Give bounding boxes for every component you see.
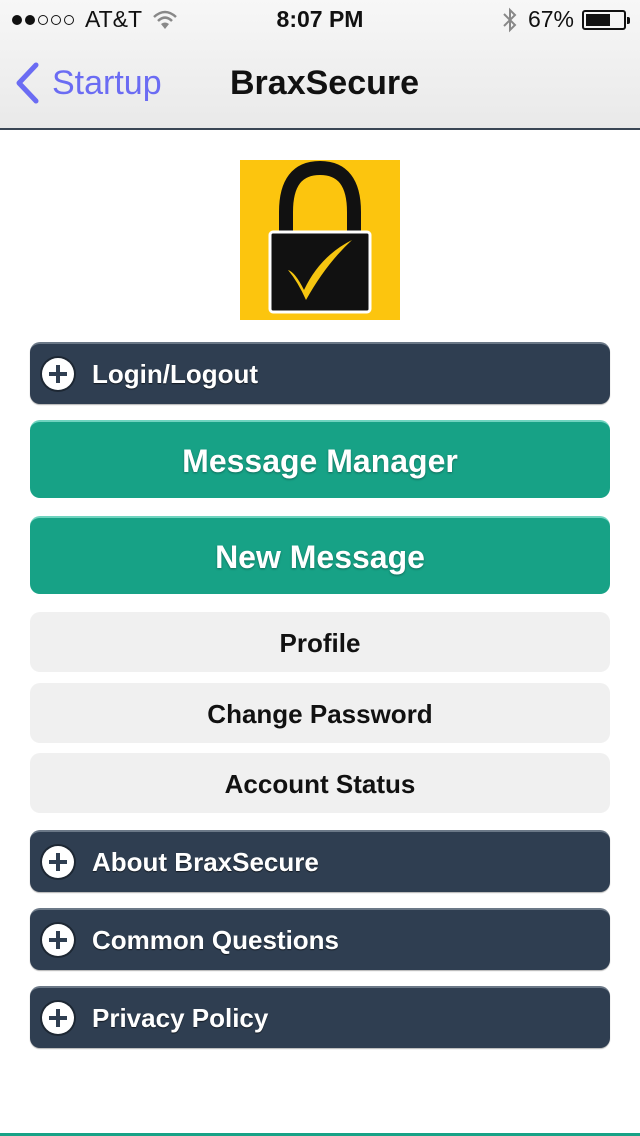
- plus-icon: [42, 924, 74, 956]
- plus-icon: [42, 1002, 74, 1034]
- about-button[interactable]: About BraxSecure: [30, 830, 610, 892]
- top-bar: AT&T 8:07 PM 67% Startup BraxSecure: [0, 0, 640, 130]
- common-questions-label: Common Questions: [92, 925, 340, 955]
- new-message-button[interactable]: New Message: [30, 516, 610, 594]
- profile-button[interactable]: Profile: [30, 612, 610, 672]
- bluetooth-icon: [503, 7, 517, 32]
- padlock-checkmark-icon: [268, 160, 372, 314]
- battery-percent: 67%: [527, 6, 574, 32]
- status-right: 67%: [502, 6, 630, 33]
- privacy-policy-label: Privacy Policy: [92, 1003, 269, 1033]
- common-questions-button[interactable]: Common Questions: [30, 908, 610, 970]
- navigation-bar: Startup BraxSecure: [0, 40, 640, 128]
- change-password-button[interactable]: Change Password: [30, 683, 610, 743]
- battery-icon: [582, 9, 630, 30]
- account-status-button[interactable]: Account Status: [30, 753, 610, 813]
- back-button-label: Startup: [52, 63, 162, 102]
- plus-icon: [42, 846, 74, 878]
- login-logout-label: Login/Logout: [92, 359, 259, 389]
- privacy-policy-button[interactable]: Privacy Policy: [30, 986, 610, 1048]
- status-bar: AT&T 8:07 PM 67%: [0, 0, 640, 40]
- app-logo: [240, 160, 400, 320]
- login-logout-button[interactable]: Login/Logout: [30, 342, 610, 404]
- message-manager-button[interactable]: Message Manager: [30, 420, 610, 498]
- back-button[interactable]: Startup: [14, 62, 162, 104]
- plus-icon: [42, 358, 74, 390]
- chevron-left-icon: [16, 62, 39, 104]
- page-title: BraxSecure: [230, 64, 420, 102]
- about-label: About BraxSecure: [92, 847, 319, 877]
